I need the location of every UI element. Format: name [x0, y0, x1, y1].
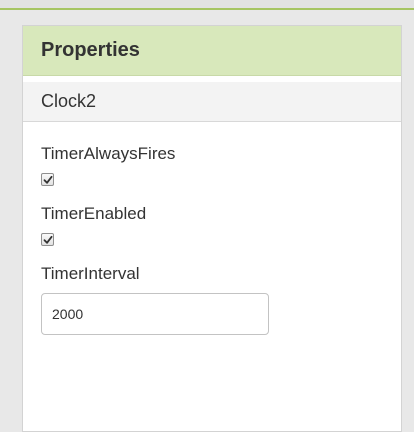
- properties-header: Properties: [23, 26, 401, 76]
- selected-component-bar: Clock2: [23, 82, 401, 122]
- property-list: TimerAlwaysFires TimerEnabled TimerInter…: [23, 122, 401, 335]
- property-label-timer-enabled: TimerEnabled: [41, 204, 147, 223]
- timer-always-fires-checkbox[interactable]: [41, 173, 54, 186]
- checkmark-icon: [43, 235, 53, 244]
- property-label-timer-interval: TimerInterval: [41, 264, 140, 283]
- top-accent-strip: [0, 0, 414, 10]
- properties-title: Properties: [41, 39, 140, 61]
- property-timer-interval: TimerInterval: [41, 264, 401, 335]
- property-label-timer-always-fires: TimerAlwaysFires: [41, 144, 176, 163]
- properties-panel: Properties Clock2 TimerAlwaysFires Timer…: [22, 25, 402, 432]
- property-timer-enabled: TimerEnabled: [41, 204, 401, 246]
- checkmark-icon: [43, 175, 53, 184]
- timer-interval-input[interactable]: [41, 293, 269, 335]
- selected-component-name: Clock2: [41, 91, 97, 111]
- property-timer-always-fires: TimerAlwaysFires: [41, 144, 401, 186]
- timer-enabled-checkbox[interactable]: [41, 233, 54, 246]
